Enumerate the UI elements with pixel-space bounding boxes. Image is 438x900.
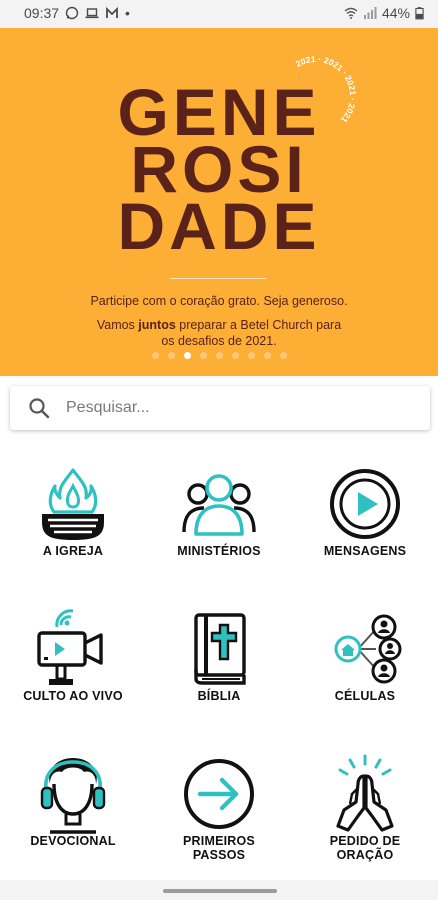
menu-item-biblia[interactable]: BÍBLIA <box>146 591 292 736</box>
menu-label: CÉLULAS <box>334 689 396 703</box>
carousel-dot[interactable] <box>167 352 175 359</box>
promo-banner[interactable]: 2021 · 2021 · 2021 · 2021 GENE ROSI DADE… <box>0 28 438 376</box>
bible-icon <box>194 613 246 685</box>
menu-label-line-2: PASSOS <box>192 848 246 862</box>
cells-network-icon <box>334 614 402 684</box>
carousel-indicator[interactable] <box>0 352 438 359</box>
laptop-icon <box>85 8 99 19</box>
banner-subtitle-2-post: preparar a Betel Church para <box>175 318 342 332</box>
status-time: 09:37 <box>24 5 60 21</box>
play-circle-icon <box>330 469 400 539</box>
signal-icon <box>363 7 377 19</box>
home-gesture-handle[interactable] <box>163 889 277 893</box>
flame-icon <box>42 468 104 540</box>
headphones-person-icon <box>40 758 106 834</box>
search-icon[interactable] <box>28 397 50 419</box>
menu-item-primeiros-passos[interactable]: PRIMEIROS PASSOS <box>146 736 292 881</box>
menu-label: PEDIDO DE ORAÇÃO <box>292 834 438 862</box>
video-camera-icon <box>37 609 103 685</box>
whatsapp-icon <box>65 6 79 20</box>
menu-item-pedido-de-oracao[interactable]: PEDIDO DE ORAÇÃO <box>292 736 438 881</box>
carousel-dot[interactable] <box>199 352 207 359</box>
banner-subtitle-2-bold: juntos <box>138 318 176 332</box>
carousel-dot[interactable] <box>151 352 159 359</box>
menu-label-line-1: PEDIDO DE <box>329 834 401 848</box>
menu-item-culto-ao-vivo[interactable]: CULTO AO VIVO <box>0 591 146 736</box>
menu-item-ministerios[interactable]: MINISTÉRIOS <box>146 446 292 591</box>
m-app-icon <box>106 6 118 18</box>
banner-headline: GENE ROSI DADE <box>0 79 438 263</box>
carousel-dot-active[interactable] <box>183 352 191 359</box>
carousel-dot[interactable] <box>215 352 223 359</box>
menu-label: MINISTÉRIOS <box>177 544 261 558</box>
carousel-dot[interactable] <box>231 352 239 359</box>
menu-label-line-1: PRIMEIROS <box>183 834 255 848</box>
menu-label: DEVOCIONAL <box>30 834 116 848</box>
people-icon <box>182 474 256 536</box>
carousel-dot[interactable] <box>263 352 271 359</box>
carousel-dot[interactable] <box>279 352 287 359</box>
menu-item-a-igreja[interactable]: A IGREJA <box>0 446 146 591</box>
arrow-circle-icon <box>184 759 254 829</box>
carousel-dot[interactable] <box>247 352 255 359</box>
praying-hands-icon <box>336 754 394 832</box>
menu-item-mensagens[interactable]: MENSAGENS <box>292 446 438 591</box>
menu-label: MENSAGENS <box>323 544 407 558</box>
menu-label: BÍBLIA <box>197 689 241 703</box>
banner-divider <box>170 278 266 279</box>
headline-line-3: DADE <box>117 189 321 263</box>
menu-label: A IGREJA <box>42 544 104 558</box>
status-dot: • <box>125 5 130 21</box>
banner-subtitle-2: Vamos juntos preparar a Betel Church par… <box>0 318 438 332</box>
search-input[interactable] <box>66 394 416 422</box>
menu-label: CULTO AO VIVO <box>23 689 123 703</box>
battery-icon <box>415 7 424 20</box>
wifi-icon <box>344 7 358 19</box>
banner-subtitle-1: Participe com o coração grato. Seja gene… <box>90 294 348 308</box>
banner-subtitle-3: os desafios de 2021. <box>161 334 277 348</box>
menu-grid: A IGREJA MINISTÉRIOS MENSAGENS CULTO AO … <box>0 446 438 876</box>
menu-item-celulas[interactable]: CÉLULAS <box>292 591 438 736</box>
banner-subtitle-2-pre: Vamos <box>96 318 139 332</box>
battery-percent: 44% <box>381 5 410 21</box>
menu-label-line-2: ORAÇÃO <box>336 848 394 862</box>
menu-label: PRIMEIROS PASSOS <box>146 834 292 862</box>
status-bar: 09:37 • 44% <box>0 0 438 28</box>
search-bar[interactable] <box>10 386 430 430</box>
system-nav-bar <box>0 880 438 900</box>
menu-item-devocional[interactable]: DEVOCIONAL <box>0 736 146 881</box>
